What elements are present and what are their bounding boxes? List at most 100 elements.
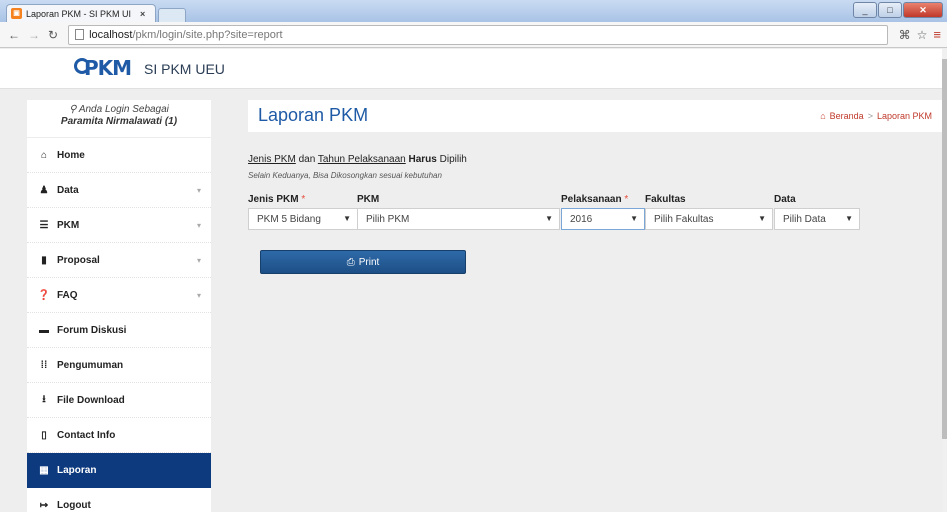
list-icon: ☰ xyxy=(39,219,49,231)
site-header: PKM SI PKM UEU xyxy=(0,49,942,89)
sidebar-item-label: File Download xyxy=(57,394,125,406)
dropdown-arrow-icon: ▼ xyxy=(545,214,553,223)
sidebar: ⚲ Anda Login Sebagai Paramita Nirmalawat… xyxy=(27,100,211,512)
sidebar-item-proposal[interactable]: ▮ Proposal ▾ xyxy=(27,243,211,278)
page-title: Laporan PKM xyxy=(258,105,369,125)
dropdown-arrow-icon: ▼ xyxy=(343,214,351,223)
bookmark-star-icon[interactable]: ☆ xyxy=(917,28,928,42)
favicon-icon: ▣ xyxy=(11,8,22,19)
url-input[interactable]: localhost/pkm/login/site.php?site=report xyxy=(68,24,889,45)
data-group: Data Pilih Data ▼ xyxy=(774,194,860,230)
sidebar-item-file-download[interactable]: ⭳ File Download xyxy=(27,383,211,418)
chevron-down-icon: ▾ xyxy=(196,255,201,265)
sidebar-item-label: Laporan xyxy=(57,465,97,476)
pkm-group: PKM Pilih PKM ▼ xyxy=(357,194,560,230)
fakultas-label: Fakultas xyxy=(645,194,686,205)
breadcrumb: ⌂ Beranda > Laporan PKM xyxy=(820,111,932,121)
pkm-logo[interactable]: PKM xyxy=(74,56,132,82)
browser-titlebar: ▣ Laporan PKM - SI PKM UI × _ □ ✕ xyxy=(0,0,947,22)
dropdown-arrow-icon: ▼ xyxy=(758,214,766,223)
report-icon: ▦ xyxy=(39,465,49,476)
sidebar-item-label: Logout xyxy=(57,499,91,511)
sidebar-item-forum[interactable]: ▬ Forum Diskusi xyxy=(27,313,211,348)
breadcrumb-current: Laporan PKM xyxy=(876,111,932,121)
breadcrumb-home[interactable]: Beranda xyxy=(830,111,864,121)
jenis-pkm-group: Jenis PKM * PKM 5 Bidang ▼ xyxy=(248,194,358,230)
main-content: Laporan PKM ⌂ Beranda > Laporan PKM Jeni… xyxy=(248,100,942,512)
login-info: ⚲ Anda Login Sebagai Paramita Nirmalawat… xyxy=(27,100,211,138)
address-bar: ← → ↻ localhost/pkm/login/site.php?site=… xyxy=(0,22,947,48)
close-window-button[interactable]: ✕ xyxy=(903,2,943,18)
new-tab-button[interactable] xyxy=(158,8,186,22)
sidebar-item-label: Forum Diskusi xyxy=(57,324,127,336)
chevron-down-icon: ▾ xyxy=(196,185,201,195)
minimize-button[interactable]: _ xyxy=(853,2,877,18)
breadcrumb-separator: > xyxy=(867,111,873,121)
maximize-button[interactable]: □ xyxy=(878,2,902,18)
dropdown-arrow-icon: ▼ xyxy=(630,214,638,223)
dropdown-arrow-icon: ▼ xyxy=(845,214,853,223)
url-host: localhost xyxy=(89,28,133,41)
tab-close-icon[interactable]: × xyxy=(140,9,145,19)
translate-icon[interactable]: ⌘ xyxy=(899,28,911,42)
browser-tab[interactable]: ▣ Laporan PKM - SI PKM UI × xyxy=(6,4,156,22)
sidebar-item-label: Data xyxy=(57,184,79,196)
pkm-label: PKM xyxy=(357,194,380,205)
pkm-select[interactable]: Pilih PKM ▼ xyxy=(357,208,560,230)
grid-icon: ⁞⁞ xyxy=(40,359,48,371)
sidebar-item-home[interactable]: ⌂ Home xyxy=(27,138,211,173)
browser-menu-icon[interactable]: ≡ xyxy=(933,27,941,42)
home-icon: ⌂ xyxy=(40,149,48,161)
pelaksanaan-select[interactable]: 2016 ▼ xyxy=(561,208,645,230)
fakultas-group: Fakultas Pilih Fakultas ▼ xyxy=(645,194,773,230)
fakultas-select[interactable]: Pilih Fakultas ▼ xyxy=(645,208,773,230)
chevron-down-icon: ▾ xyxy=(196,290,201,300)
window-controls: _ □ ✕ xyxy=(852,2,943,18)
tab-title: Laporan PKM - SI PKM UI xyxy=(26,8,132,19)
browser-tools: ⌘ ☆ ≡ xyxy=(899,27,941,42)
printer-icon: ⎙ xyxy=(346,256,355,268)
download-icon: ⭳ xyxy=(42,393,46,405)
pelaksanaan-label: Pelaksanaan * xyxy=(561,194,629,205)
page-scrollbar[interactable] xyxy=(942,49,947,512)
pelaksanaan-group: Pelaksanaan * 2016 ▼ xyxy=(561,194,645,230)
report-form: Jenis PKM dan Tahun Pelaksanaan Harus Di… xyxy=(248,132,942,234)
sidebar-item-data[interactable]: ♟ Data ▾ xyxy=(27,173,211,208)
book-icon: ▮ xyxy=(41,254,47,266)
page-icon xyxy=(75,29,85,40)
sidebar-item-laporan[interactable]: ▦ Laporan xyxy=(27,453,211,488)
sidebar-item-logout[interactable]: ↦ Logout xyxy=(27,488,211,512)
data-select[interactable]: Pilih Data ▼ xyxy=(774,208,860,230)
user-icon: ♟ xyxy=(39,184,49,196)
sidebar-item-label: Contact Info xyxy=(57,429,116,441)
sidebar-item-pengumuman[interactable]: ⁞⁞ Pengumuman xyxy=(27,348,211,383)
jenis-pkm-label: Jenis PKM * xyxy=(248,194,306,205)
sidebar-item-contact[interactable]: ▯ Contact Info xyxy=(27,418,211,453)
home-icon: ⌂ xyxy=(820,111,826,121)
notice-text: Jenis PKM dan Tahun Pelaksanaan Harus Di… xyxy=(248,154,467,165)
login-label: ⚲ Anda Login Sebagai xyxy=(69,104,169,115)
logout-icon: ↦ xyxy=(39,499,49,511)
page-header: Laporan PKM ⌂ Beranda > Laporan PKM xyxy=(248,100,942,132)
site-title[interactable]: SI PKM UEU xyxy=(144,61,225,77)
sidebar-item-faq[interactable]: ❓ FAQ ▾ xyxy=(27,278,211,313)
sidebar-item-label: Home xyxy=(57,149,85,161)
reload-icon[interactable]: ↻ xyxy=(48,28,58,42)
question-icon: ❓ xyxy=(37,289,51,301)
filter-row: Jenis PKM * PKM 5 Bidang ▼ PKM Pilih PKM ▼… xyxy=(248,194,942,234)
chevron-down-icon: ▾ xyxy=(196,220,201,230)
sidebar-item-label: Pengumuman xyxy=(57,359,124,371)
logo-text: PKM xyxy=(84,56,132,80)
data-label: Data xyxy=(774,194,796,205)
forward-icon[interactable]: → xyxy=(28,28,40,42)
print-button[interactable]: ⎙ Print xyxy=(260,250,466,274)
back-icon[interactable]: ← xyxy=(8,28,20,42)
sidebar-item-label: PKM xyxy=(57,219,80,231)
phone-icon: ▯ xyxy=(41,429,47,441)
notice-subnote: Selain Keduanya, Bisa Dikosongkan sesuai… xyxy=(248,171,442,180)
url-path: /pkm/login/site.php?site=report xyxy=(132,28,283,41)
comment-icon: ▬ xyxy=(39,324,49,336)
jenis-pkm-select[interactable]: PKM 5 Bidang ▼ xyxy=(248,208,358,230)
sidebar-item-pkm[interactable]: ☰ PKM ▾ xyxy=(27,208,211,243)
scrollbar-thumb[interactable] xyxy=(942,59,947,439)
